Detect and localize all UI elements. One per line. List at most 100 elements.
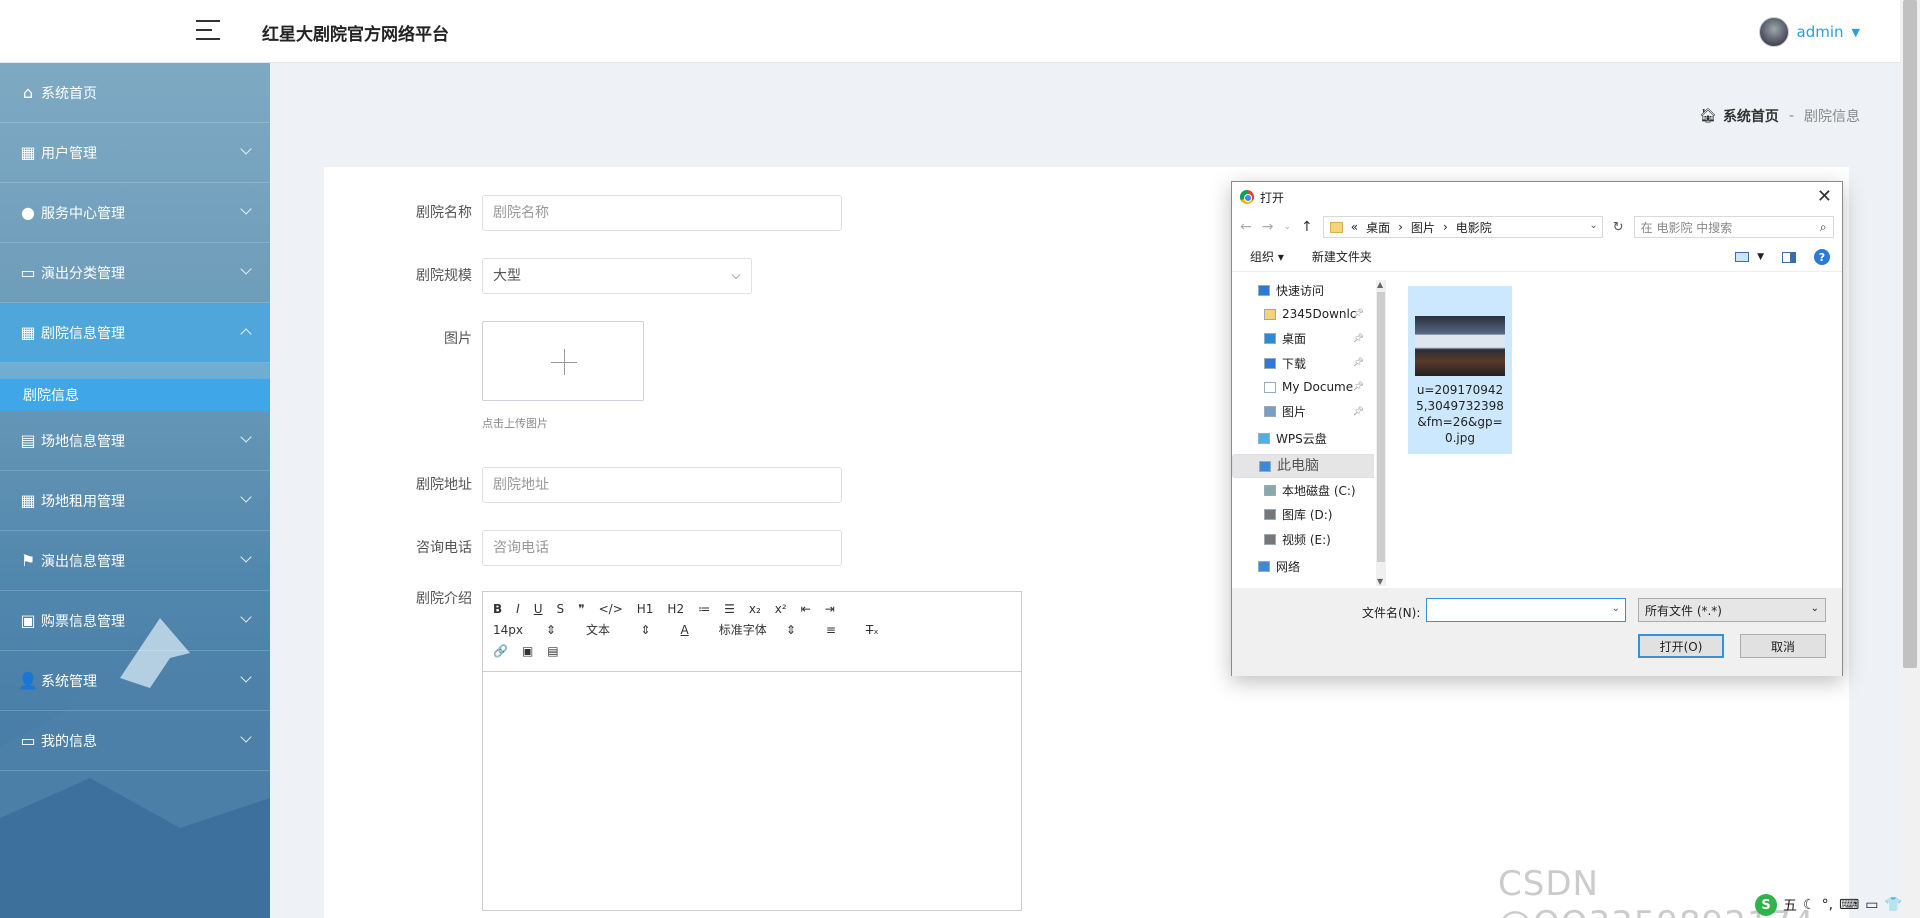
cancel-button[interactable]: 取消	[1740, 634, 1826, 658]
text-style-picker[interactable]: 文本 ⇕	[586, 621, 651, 638]
tree-item[interactable]: 网络	[1232, 554, 1374, 578]
tray-icon[interactable]: 👕	[1884, 897, 1901, 913]
editor-tool-row3-0[interactable]: 🔗	[493, 644, 508, 658]
tree-item[interactable]: 下载 📌︎	[1232, 351, 1374, 375]
image-upload[interactable]	[482, 321, 644, 401]
pin-icon[interactable]: 📌︎	[1353, 358, 1364, 368]
page-scrollbar[interactable]	[1900, 0, 1920, 918]
scale-select[interactable]: 大型	[482, 258, 752, 294]
editor-tool-row1-6[interactable]: H1	[637, 602, 654, 616]
sidebar-item-6[interactable]: ▦ 场地租用管理	[0, 471, 270, 531]
editor-tool-row1-5[interactable]: </>	[599, 602, 623, 616]
phone-input[interactable]: 咨询电话	[482, 530, 842, 566]
pin-icon[interactable]: 📌︎	[1353, 382, 1364, 392]
editor-tool-row1-12[interactable]: ⇤	[801, 602, 811, 616]
font-color-icon[interactable]: A	[681, 623, 689, 637]
new-folder-button[interactable]: 新建文件夹	[1312, 248, 1372, 265]
up-icon[interactable]: ↑	[1301, 219, 1313, 235]
editor-tool-row1-3[interactable]: S	[557, 602, 565, 616]
chevron-down-icon[interactable]: ⌄	[1612, 603, 1620, 614]
refresh-icon[interactable]: ↻	[1613, 220, 1624, 235]
organize-button[interactable]: 组织 ▾	[1250, 248, 1284, 265]
pin-icon[interactable]: 📌︎	[1353, 309, 1364, 319]
path-segment[interactable]: 电影院	[1456, 219, 1492, 236]
editor-tool-row1-4[interactable]: ❞	[578, 602, 584, 616]
tray-icon[interactable]: 五	[1783, 895, 1797, 915]
back-icon[interactable]: ←	[1240, 219, 1252, 235]
filetype-select[interactable]: 所有文件 (*.*) ⌄	[1638, 598, 1826, 622]
history-dropdown-icon[interactable]: ⌄	[1283, 222, 1291, 232]
editor-tool-row1-11[interactable]: x²	[775, 602, 787, 616]
editor-tool-row1-1[interactable]: I	[516, 602, 520, 616]
user-menu[interactable]: admin ▼	[1758, 17, 1860, 47]
sogou-ime-icon[interactable]: S	[1755, 894, 1777, 916]
forward-icon[interactable]: →	[1262, 219, 1274, 235]
tree-item[interactable]: My Docume 📌︎	[1232, 375, 1374, 399]
tree-item[interactable]: 快速访问	[1232, 278, 1374, 302]
avatar[interactable]	[1758, 17, 1789, 47]
clear-format-icon[interactable]: T̶ₓ	[866, 623, 879, 637]
editor-tool-row1-9[interactable]: ☰	[724, 602, 735, 616]
caret-down-icon[interactable]: ▼	[1852, 26, 1860, 39]
tree-scrollbar[interactable]: ▲ ▼	[1376, 280, 1386, 586]
sidebar-item-5[interactable]: ▤ 场地信息管理	[0, 411, 270, 471]
close-icon[interactable]: ✕	[1817, 186, 1832, 207]
open-button[interactable]: 打开(O)	[1638, 634, 1724, 658]
sidebar-subitem-theater-info[interactable]: 剧院信息	[0, 379, 270, 411]
address-input[interactable]: 剧院地址	[482, 467, 842, 503]
search-icon[interactable]: ⌕	[1820, 220, 1827, 235]
breadcrumb-home[interactable]: 系统首页	[1723, 106, 1779, 126]
pin-icon[interactable]: 📌︎	[1353, 334, 1364, 344]
scrollbar-thumb[interactable]	[1377, 292, 1385, 562]
tree-item[interactable]: 2345Downlc 📌︎	[1232, 302, 1374, 326]
path-segment[interactable]: 图片	[1411, 219, 1435, 236]
pin-icon[interactable]: 📌︎	[1353, 407, 1364, 417]
editor-tool-row1-8[interactable]: ≔	[698, 602, 710, 616]
rich-text-editor[interactable]: B I U S ❞ </> H1 H2 ≔ ☰ x₂ x² ⇤ ⇥ 14px ⇕ 文本 ⇕ A 标准字体 …	[482, 591, 1022, 911]
sidebar-item-4[interactable]: ▦ 剧院信息管理	[0, 303, 270, 363]
editor-tool-row3-1[interactable]: ▣	[522, 644, 533, 658]
help-icon[interactable]: ?	[1814, 249, 1830, 265]
tree-item[interactable]: 视频 (E:)	[1232, 527, 1374, 551]
file-item[interactable]: u=2091709425,3049732398&fm=26&gp=0.jpg	[1408, 286, 1512, 454]
page-scrollbar-thumb[interactable]	[1903, 0, 1917, 668]
tray-icon[interactable]: ⌨	[1839, 897, 1859, 913]
tree-item[interactable]: 图库 (D:)	[1232, 503, 1374, 527]
sidebar-item-7[interactable]: ⚑ 演出信息管理	[0, 531, 270, 591]
sidebar-item-10[interactable]: ▭ 我的信息	[0, 711, 270, 771]
name-input[interactable]: 剧院名称	[482, 195, 842, 231]
sidebar-item-9[interactable]: 👤 系统管理	[0, 651, 270, 711]
scroll-up-icon[interactable]: ▲	[1377, 280, 1383, 289]
filename-input[interactable]: ⌄	[1426, 598, 1626, 622]
chevron-down-icon[interactable]: ⌄	[1589, 220, 1597, 231]
sidebar-item-8[interactable]: ▣ 购票信息管理	[0, 591, 270, 651]
font-size-picker[interactable]: 14px ⇕	[493, 623, 556, 637]
tray-icon[interactable]: ☾	[1803, 897, 1816, 913]
align-icon[interactable]: ≡	[826, 623, 836, 637]
tray-icon[interactable]: ▭	[1865, 897, 1878, 913]
editor-tool-row1-2[interactable]: U	[534, 602, 543, 616]
preview-pane-icon[interactable]	[1782, 251, 1796, 263]
editor-tool-row1-0[interactable]: B	[493, 602, 502, 616]
sidebar-item-0[interactable]: ⌂ 系统首页	[0, 63, 270, 123]
username[interactable]: admin	[1797, 23, 1844, 41]
menu-toggle-icon[interactable]	[196, 20, 220, 42]
sidebar-item-2[interactable]: ● 服务中心管理	[0, 183, 270, 243]
editor-tool-row1-13[interactable]: ⇥	[825, 602, 835, 616]
view-options[interactable]: ▼	[1735, 252, 1764, 262]
tree-item[interactable]: 本地磁盘 (C:)	[1232, 478, 1374, 502]
tray-icon[interactable]: °,	[1822, 897, 1833, 913]
editor-tool-row1-10[interactable]: x₂	[749, 602, 761, 616]
sidebar-item-3[interactable]: ▭ 演出分类管理	[0, 243, 270, 303]
editor-tool-row1-7[interactable]: H2	[667, 602, 684, 616]
scroll-down-icon[interactable]: ▼	[1377, 577, 1383, 586]
address-bar[interactable]: « 桌面 › 图片 › 电影院 ⌄	[1322, 216, 1603, 238]
sidebar-item-1[interactable]: ▦ 用户管理	[0, 123, 270, 183]
font-family-picker[interactable]: 标准字体 ⇕	[719, 621, 796, 638]
path-segment[interactable]: 桌面	[1366, 219, 1390, 236]
tree-item[interactable]: 图片 📌︎	[1232, 399, 1374, 423]
tree-item[interactable]: 此电脑	[1232, 454, 1374, 479]
editor-tool-row3-2[interactable]: ▤	[547, 644, 558, 658]
dialog-search-input[interactable]: 在 电影院 中搜索 ⌕	[1633, 216, 1834, 238]
tree-item[interactable]: 桌面 📌︎	[1232, 327, 1374, 351]
